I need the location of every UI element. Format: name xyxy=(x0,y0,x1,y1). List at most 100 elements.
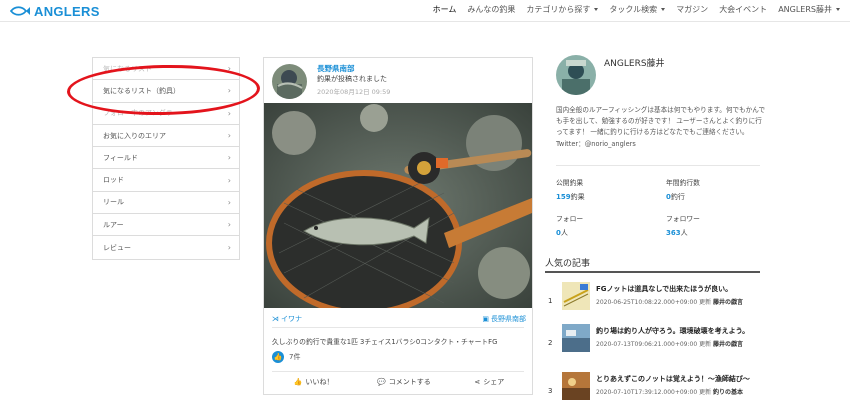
chevron-right-icon: › xyxy=(227,86,231,96)
popular-article[interactable]: 2 釣り場は釣り人が守ろう。環境破壊を考えよう。 2020-07-13T09:0… xyxy=(548,324,763,360)
menu-item-label: リール xyxy=(103,198,124,207)
nav-home-label: ホーム xyxy=(432,5,457,14)
article-updated: 更新 xyxy=(699,299,712,306)
nav-magazine[interactable]: マガジン xyxy=(676,4,708,15)
nav-home[interactable]: ホーム xyxy=(433,4,457,15)
menu-item-label: 気になるリスト xyxy=(103,64,152,73)
caret-down-icon xyxy=(836,8,840,11)
menu-item-following[interactable]: フォロー中のアングラー › xyxy=(93,102,239,125)
popular-article[interactable]: 1 FGノットは道具なしで出来たほうが良い。 2020-06-25T10:08:… xyxy=(548,282,763,318)
nav-user-menu[interactable]: ANGLERS藤井 xyxy=(778,4,840,15)
menu-item-label: レビュー xyxy=(103,243,131,252)
stat-number: 159 xyxy=(556,193,571,201)
nav-category-label: カテゴリから探す xyxy=(526,5,591,14)
menu-item-label: ルアー xyxy=(103,220,124,229)
like-count: 👍 7件 xyxy=(272,351,300,363)
chevron-right-icon: › xyxy=(227,64,231,74)
nav-category[interactable]: カテゴリから探す xyxy=(526,4,599,15)
article-date: 2020-07-10T17:39:12.000+09:00 xyxy=(596,389,698,396)
article-updated: 更新 xyxy=(699,341,712,348)
article-date: 2020-07-13T09:06:21.000+09:00 xyxy=(596,341,698,348)
popular-articles-title: 人気の記事 xyxy=(545,259,591,269)
chevron-right-icon: › xyxy=(227,153,231,163)
menu-item-wishlist[interactable]: 気になるリスト › xyxy=(93,58,239,81)
post-actions: 👍 いいね！ 💬 コメントする ⋖ シェア xyxy=(272,377,526,387)
caret-down-icon xyxy=(594,8,599,11)
article-author: 藤井の戯言 xyxy=(713,299,744,306)
stat-label-following: フォロー xyxy=(556,215,584,223)
post-author-name[interactable]: 長野県南部 xyxy=(317,63,355,74)
thumbs-up-icon: 👍 xyxy=(293,378,303,386)
menu-item-label: フォロー中のアングラー xyxy=(103,109,180,118)
comment-button[interactable]: 💬 コメントする xyxy=(377,377,431,387)
nav-everyones-catch[interactable]: みんなの釣果 xyxy=(467,4,515,15)
article-thumbnail xyxy=(562,282,590,310)
profile-bio: 国内全般のルアーフィッシングは基本は何でもやります。何でもかんでも手を出して、勉… xyxy=(556,106,766,148)
nav-events-label: 大会イベント xyxy=(719,5,768,14)
nav-events[interactable]: 大会イベント xyxy=(719,4,767,15)
stat-label-trips: 年間釣行数 xyxy=(666,179,700,187)
post-action-text: 釣果が投稿されました xyxy=(317,75,387,83)
species-tag[interactable]: ⋊ イワナ xyxy=(272,314,302,324)
menu-item-rod[interactable]: ロッド › xyxy=(93,169,239,192)
main-nav: ホーム みんなの釣果 カテゴリから探す タックル検索 マガジン 大会イベント A… xyxy=(433,4,840,15)
mypage-menu: 気になるリスト › 気になるリスト（釣具） › フォロー中のアングラー › お気に入り… xyxy=(92,57,240,260)
post-date: 2020年08月12日 09:59 xyxy=(317,88,391,96)
menu-item-favorite-area[interactable]: お気に入りのエリア › xyxy=(93,124,239,148)
article-meta: 2020-06-25T10:08:22.000+09:00 更新 藤井の戯言 xyxy=(596,297,743,306)
species-label: イワナ xyxy=(281,315,302,323)
nav-tackle-search[interactable]: タックル検索 xyxy=(609,4,666,15)
menu-item-label: フィールド xyxy=(103,153,138,162)
article-rank: 3 xyxy=(548,387,553,395)
stat-number: 363 xyxy=(666,229,681,237)
share-button-label: シェア xyxy=(483,378,505,386)
like-count-label: 7件 xyxy=(289,353,301,361)
popular-article[interactable]: 3 とりあえずこのノットは覚えよう！〜漁師結び〜 2020-07-10T17:3… xyxy=(548,372,763,403)
area-label: 長野県南部 xyxy=(491,315,526,323)
menu-item-label: ロッド xyxy=(103,176,124,185)
stat-value-followers[interactable]: 363人 xyxy=(666,228,688,238)
stat-label-catches: 公開釣果 xyxy=(556,179,584,187)
nav-tackle-search-label: タックル検索 xyxy=(609,5,658,14)
nav-everyones-catch-label: みんなの釣果 xyxy=(467,5,516,14)
post-tags: ⋊ イワナ ▣ 長野県南部 xyxy=(272,314,526,324)
divider xyxy=(545,271,760,273)
profile-avatar[interactable] xyxy=(556,55,596,95)
menu-item-field[interactable]: フィールド › xyxy=(93,147,239,170)
area-tag[interactable]: ▣ 長野県南部 xyxy=(482,314,526,324)
stat-unit: 人 xyxy=(680,229,688,237)
comment-icon: 💬 xyxy=(377,378,386,386)
article-author: 釣りの基本 xyxy=(713,389,744,396)
article-title: FGノットは道具なしで出来たほうが良い。 xyxy=(596,285,733,293)
menu-item-label: 気になるリスト（釣具） xyxy=(103,86,180,95)
chevron-right-icon: › xyxy=(227,108,231,118)
article-rank: 2 xyxy=(548,339,553,347)
comment-button-label: コメントする xyxy=(388,378,431,386)
post-body-text: 久しぶりの釣行で貴重な1匹 3チェイス1バラシ0コンタクト・チャートFG xyxy=(272,338,498,346)
stat-unit: 人 xyxy=(560,229,568,237)
stat-label-followers: フォロワー xyxy=(666,215,700,223)
article-author: 藤井の戯言 xyxy=(713,341,744,348)
divider xyxy=(272,327,524,328)
stat-value-catches[interactable]: 159釣果 xyxy=(556,192,585,202)
menu-item-reel[interactable]: リール › xyxy=(93,191,239,215)
catch-photo[interactable] xyxy=(264,103,532,308)
nav-user-label: ANGLERS藤井 xyxy=(778,5,832,14)
stat-value-trips[interactable]: 0釣行 xyxy=(666,192,685,202)
article-title: とりあえずこのノットは覚えよう！〜漁師結び〜 xyxy=(596,375,750,383)
stat-value-following[interactable]: 0人 xyxy=(556,228,568,238)
share-button[interactable]: ⋖ シェア xyxy=(474,377,504,387)
post-author-avatar[interactable] xyxy=(272,64,307,99)
menu-item-review[interactable]: レビュー › xyxy=(93,236,239,259)
brand-logo[interactable]: ANGLERS xyxy=(10,4,100,19)
top-navbar: ANGLERS ホーム みんなの釣果 カテゴリから探す タックル検索 マガジン … xyxy=(0,0,850,22)
menu-item-wishlist-tackle[interactable]: 気になるリスト（釣具） › xyxy=(93,80,239,103)
article-thumbnail xyxy=(562,324,590,352)
map-icon: ▣ xyxy=(482,315,489,323)
nav-magazine-label: マガジン xyxy=(676,5,709,14)
chevron-right-icon: › xyxy=(227,131,231,141)
like-button[interactable]: 👍 いいね！ xyxy=(294,377,334,387)
menu-item-lure[interactable]: ルアー › xyxy=(93,214,239,237)
divider xyxy=(272,371,524,372)
fish-logo-icon xyxy=(10,6,30,16)
